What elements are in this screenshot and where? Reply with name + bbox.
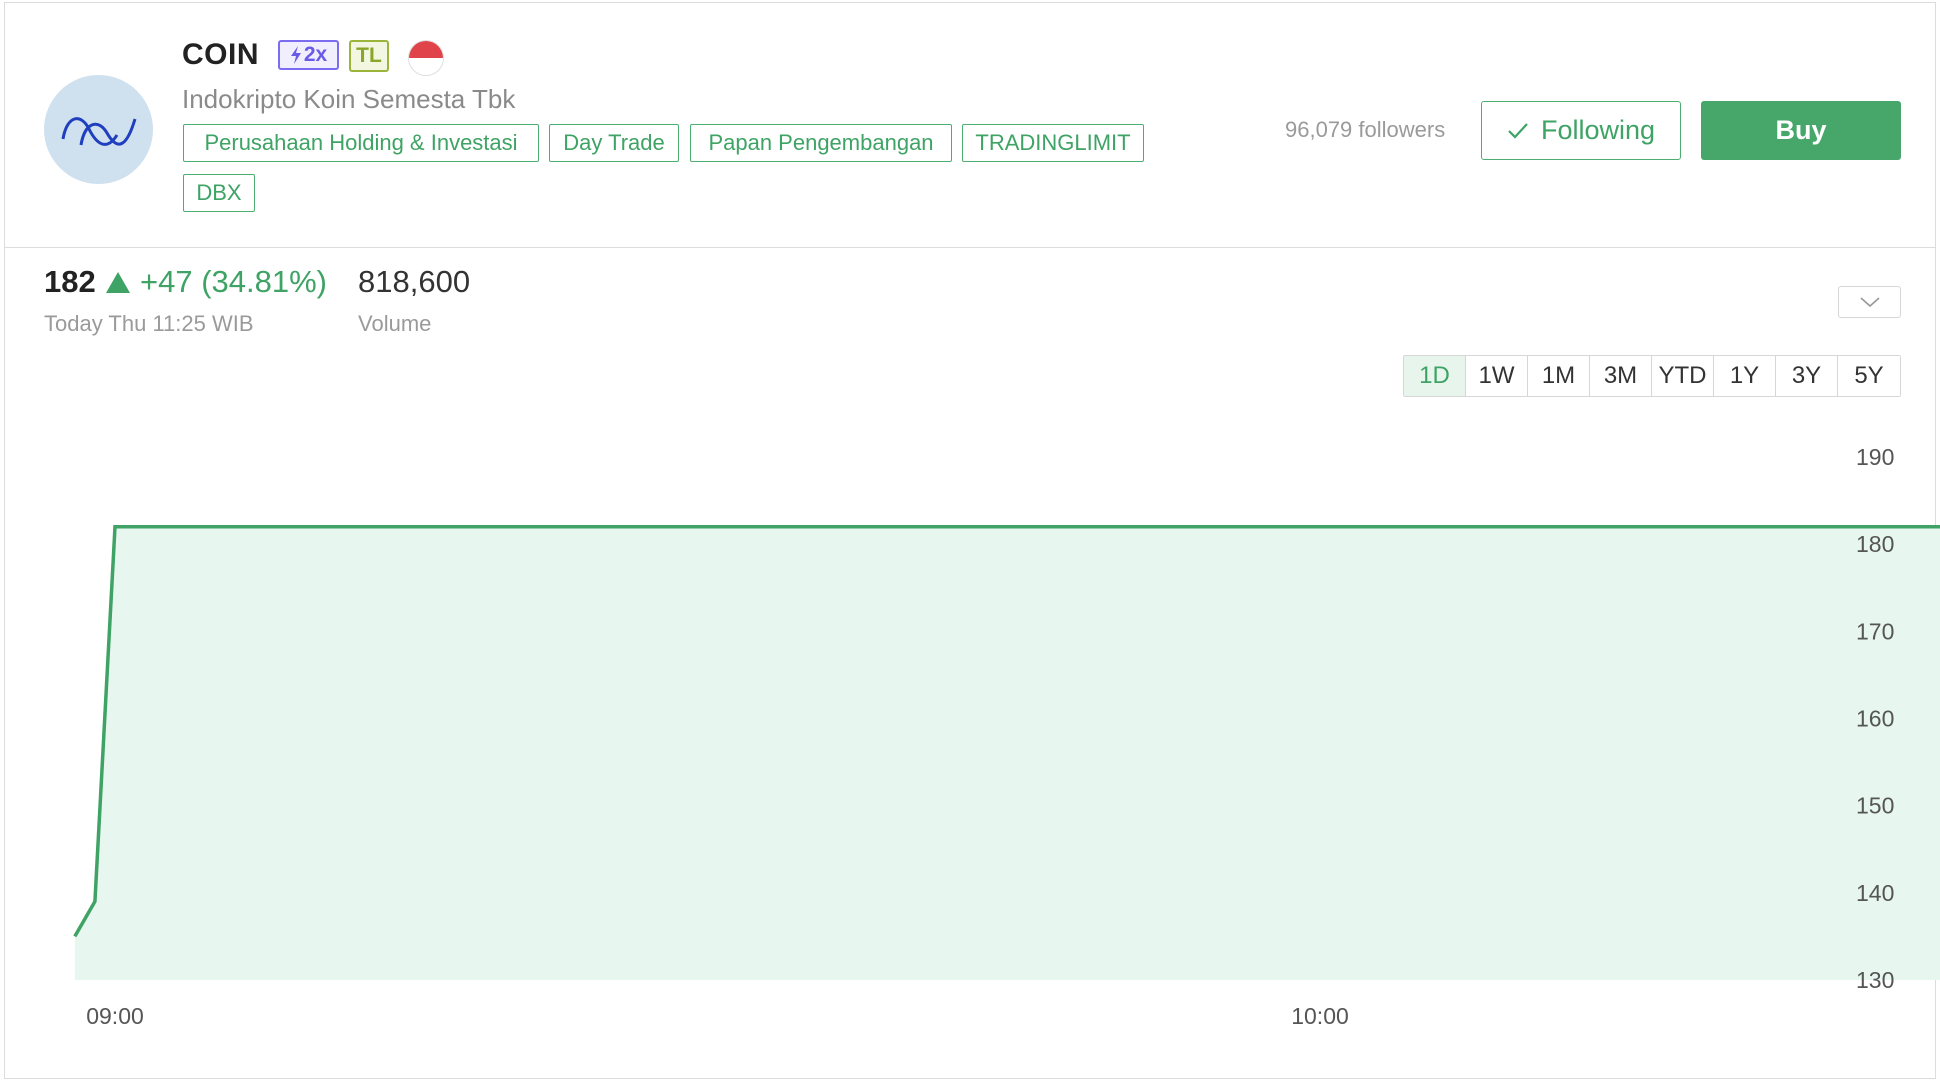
check-icon <box>1508 122 1528 139</box>
range-1m[interactable]: 1M <box>1528 356 1590 396</box>
header-divider <box>4 247 1936 248</box>
following-label: Following <box>1540 115 1656 145</box>
time-range-selector: 1D 1W 1M 3M YTD 1Y 3Y 5Y <box>1403 355 1901 397</box>
tag-day-trade[interactable]: Day Trade <box>549 124 679 162</box>
leverage-badge-label: 2x <box>303 43 328 66</box>
range-1w[interactable]: 1W <box>1466 356 1528 396</box>
price-change: +47 (34.81%) <box>140 264 327 299</box>
tag-tradinglimit[interactable]: TRADINGLIMIT <box>962 124 1144 162</box>
range-5y[interactable]: 5Y <box>1838 356 1900 396</box>
leverage-badge: 2x <box>278 40 339 70</box>
buy-button[interactable]: Buy <box>1701 101 1901 160</box>
tag-papan-pengembangan[interactable]: Papan Pengembangan <box>690 124 952 162</box>
tag-dbx[interactable]: DBX <box>183 174 255 212</box>
lightning-icon <box>290 46 301 64</box>
price-up-icon <box>106 272 130 293</box>
company-logo <box>44 75 153 184</box>
volume-label: Volume <box>358 311 432 336</box>
indonesia-flag-icon <box>408 40 444 76</box>
tag-holding[interactable]: Perusahaan Holding & Investasi <box>183 124 539 162</box>
range-3m[interactable]: 3M <box>1590 356 1652 396</box>
last-price: 182 <box>44 264 96 299</box>
volume-value: 818,600 <box>358 264 471 299</box>
range-ytd[interactable]: YTD <box>1652 356 1714 396</box>
chart-options-dropdown[interactable] <box>1838 286 1901 318</box>
company-name: Indokripto Koin Semesta Tbk <box>182 84 516 114</box>
following-button[interactable]: Following <box>1481 101 1681 160</box>
logo-wave-icon <box>61 116 136 146</box>
followers-count: 96,079 followers <box>1285 117 1446 142</box>
main-panel <box>4 2 1936 1079</box>
ticker-symbol: COIN <box>182 38 259 71</box>
trading-limit-badge: TL <box>349 40 389 72</box>
chevron-down-icon <box>1859 297 1880 308</box>
price-timestamp: Today Thu 11:25 WIB <box>44 311 254 336</box>
range-3y[interactable]: 3Y <box>1776 356 1838 396</box>
range-1y[interactable]: 1Y <box>1714 356 1776 396</box>
range-1d[interactable]: 1D <box>1404 356 1466 396</box>
